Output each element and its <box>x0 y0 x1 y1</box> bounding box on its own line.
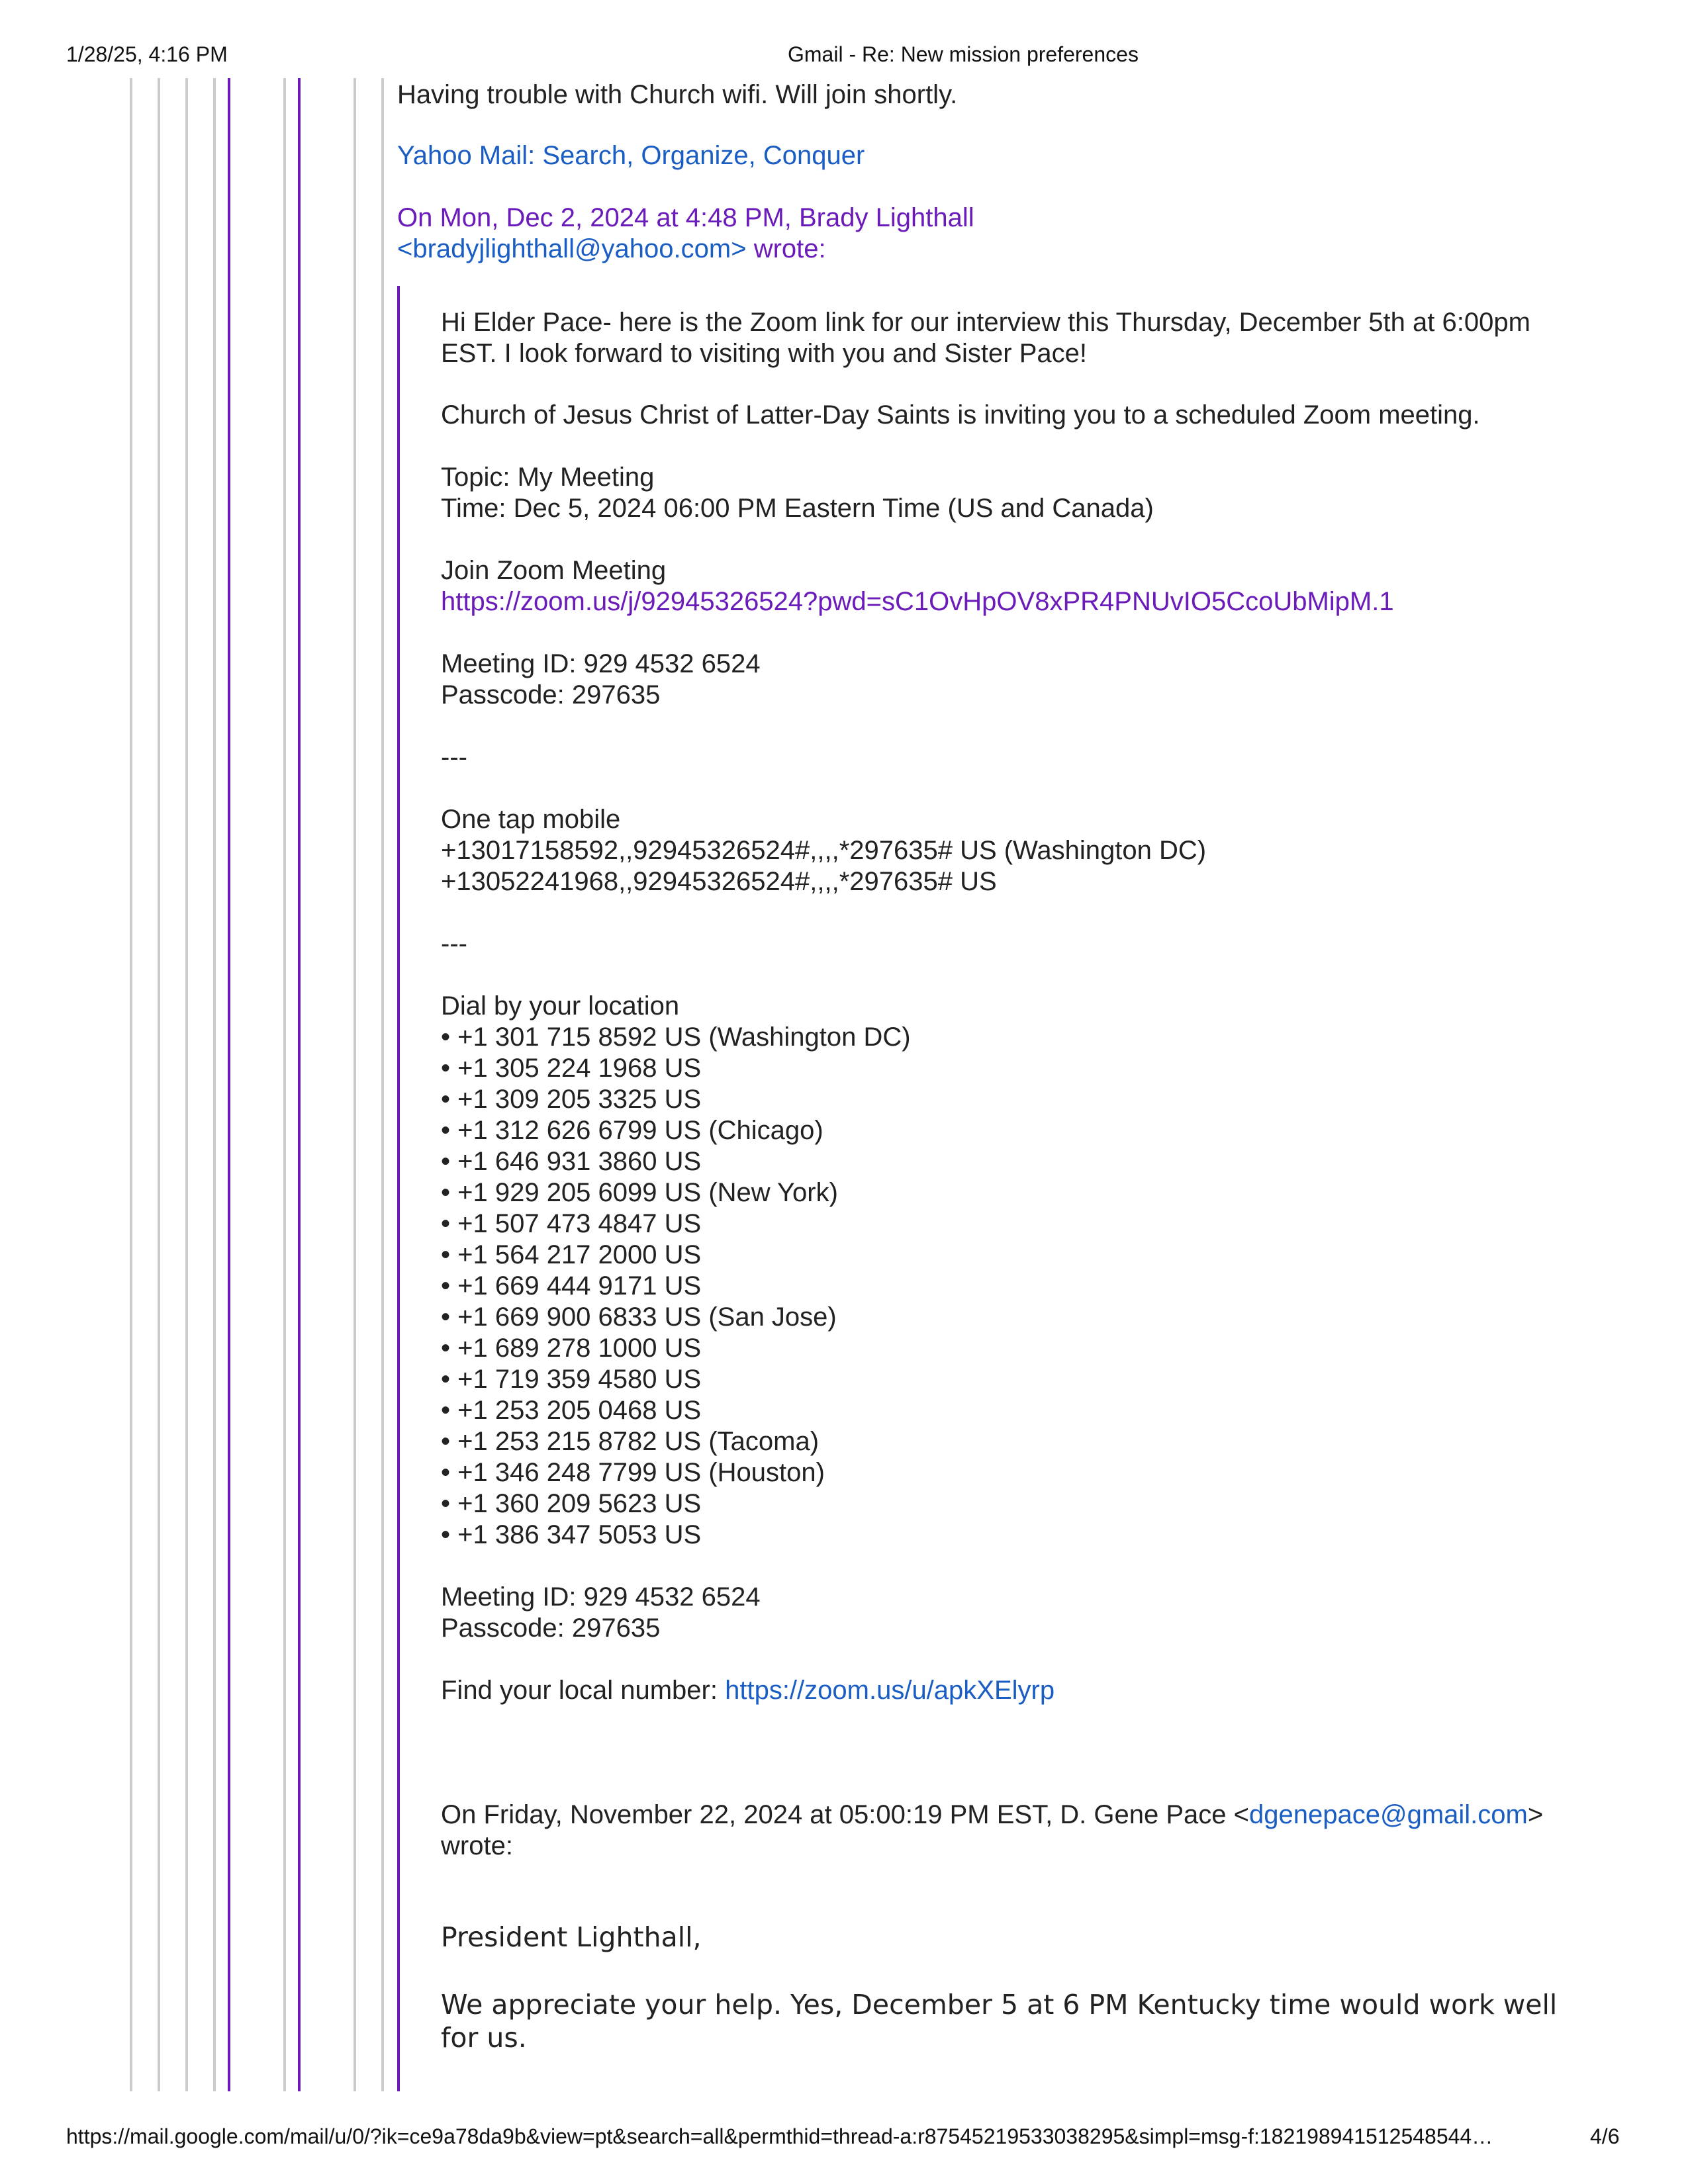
local-number-line: Find your local number: https://zoom.us/… <box>441 1675 1055 1706</box>
dial-number: • +1 646 931 3860 US <box>441 1147 702 1176</box>
nested-salutation: President Lighthall, <box>441 1921 702 1953</box>
dial-number: • +1 386 347 5053 US <box>441 1520 702 1549</box>
nested-attribution-prefix: On Friday, November 22, 2024 at 05:00:19… <box>441 1800 1250 1829</box>
dial-number: • +1 719 359 4580 US <box>441 1365 702 1394</box>
dial-number: • +1 669 444 9171 US <box>441 1271 702 1300</box>
reply-attribution-email-line: <bradyjlighthall@yahoo.com> wrote: <box>397 234 826 265</box>
dial-number: • +1 360 209 5623 US <box>441 1489 702 1518</box>
wrote-label: wrote: <box>746 234 826 263</box>
reply-text: Having trouble with Church wifi. Will jo… <box>397 80 958 109</box>
quote-line <box>213 78 216 2091</box>
quote-line <box>158 78 160 2091</box>
meeting-time: Time: Dec 5, 2024 06:00 PM Eastern Time … <box>441 494 1154 523</box>
greeting-line: EST. I look forward to visiting with you… <box>441 339 1087 368</box>
nested-sender-email-link[interactable]: dgenepace@gmail.com <box>1249 1800 1528 1829</box>
quote-line <box>283 78 286 2091</box>
local-number-label: Find your local number: <box>441 1676 726 1705</box>
dial-number: • +1 309 205 3325 US <box>441 1085 702 1114</box>
reply-attribution: On Mon, Dec 2, 2024 at 4:48 PM, Brady Li… <box>397 203 974 232</box>
print-url: https://mail.google.com/mail/u/0/?ik=ce9… <box>66 2124 1493 2148</box>
print-datetime: 1/28/25, 4:16 PM <box>66 42 228 66</box>
greeting-line: Hi Elder Pace- here is the Zoom link for… <box>441 308 1530 337</box>
quote-line <box>130 78 132 2091</box>
meeting-id: Meeting ID: 929 4532 6524 <box>441 1582 761 1612</box>
meeting-id: Meeting ID: 929 4532 6524 <box>441 649 761 678</box>
dial-number: • +1 346 248 7799 US (Houston) <box>441 1458 825 1487</box>
dial-number: • +1 669 900 6833 US (San Jose) <box>441 1302 837 1332</box>
passcode: Passcode: 297635 <box>441 680 661 709</box>
quote-line <box>397 286 400 2091</box>
dial-number: • +1 507 473 4847 US <box>441 1209 702 1238</box>
quote-line <box>298 78 301 2091</box>
print-page-number: 4/6 <box>1590 2124 1620 2148</box>
join-label: Join Zoom Meeting <box>441 556 667 585</box>
sender-email-link[interactable]: <bradyjlighthall@yahoo.com> <box>397 234 747 263</box>
dial-number: • +1 301 715 8592 US (Washington DC) <box>441 1023 911 1052</box>
dial-label: Dial by your location <box>441 991 680 1021</box>
quote-line <box>185 78 188 2091</box>
yahoo-signature-link[interactable]: Yahoo Mail: Search, Organize, Conquer <box>397 140 865 171</box>
meeting-topic: Topic: My Meeting <box>441 463 655 492</box>
local-number-link[interactable]: https://zoom.us/u/apkXElyrp <box>725 1676 1055 1705</box>
dial-number: • +1 929 205 6099 US (New York) <box>441 1178 838 1207</box>
dial-number: • +1 564 217 2000 US <box>441 1240 702 1269</box>
dial-number: • +1 689 278 1000 US <box>441 1334 702 1363</box>
print-title: Gmail - Re: New mission preferences <box>788 42 1139 66</box>
one-tap-label: One tap mobile <box>441 805 621 834</box>
passcode: Passcode: 297635 <box>441 1614 661 1643</box>
quote-line <box>381 78 384 2091</box>
separator: --- <box>441 743 467 772</box>
invite-text: Church of Jesus Christ of Latter-Day Sai… <box>441 400 1480 430</box>
dial-number: • +1 253 205 0468 US <box>441 1396 702 1425</box>
quote-line <box>353 78 356 2091</box>
dial-number: • +1 253 215 8782 US (Tacoma) <box>441 1427 820 1456</box>
nested-attribution-suffix: > <box>1527 1800 1544 1829</box>
quote-line <box>228 78 230 2091</box>
dial-number: • +1 312 626 6799 US (Chicago) <box>441 1116 823 1145</box>
dial-number: • +1 305 224 1968 US <box>441 1054 702 1083</box>
separator: --- <box>441 929 467 958</box>
nested-wrote-label: wrote: <box>441 1831 513 1860</box>
one-tap-number: +13052241968,,92945326524#,,,,*297635# U… <box>441 867 997 896</box>
nested-body: We appreciate your help. Yes, December 5… <box>441 1989 1558 2054</box>
join-zoom-link[interactable]: https://zoom.us/j/92945326524?pwd=sC1OvH… <box>441 586 1394 617</box>
nested-attribution: On Friday, November 22, 2024 at 05:00:19… <box>441 1799 1543 1831</box>
one-tap-number: +13017158592,,92945326524#,,,,*297635# U… <box>441 836 1207 865</box>
